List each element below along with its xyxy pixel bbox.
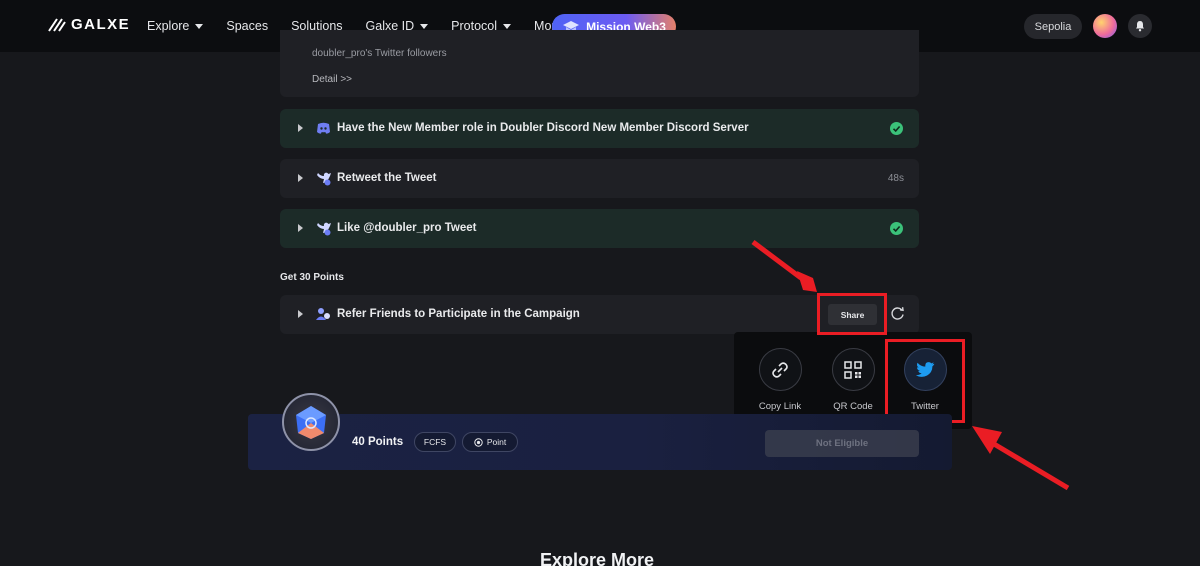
detail-link[interactable]: Detail >> xyxy=(312,74,352,85)
task-discord-role[interactable]: Have the New Member role in Doubler Disc… xyxy=(280,109,919,148)
referral-icon xyxy=(316,308,330,320)
qr-code-button[interactable] xyxy=(831,348,875,391)
expand-arrow-icon[interactable] xyxy=(298,174,303,182)
expand-arrow-icon[interactable] xyxy=(298,224,303,232)
qr-code-icon xyxy=(844,360,862,379)
reward-badge xyxy=(282,393,340,451)
not-eligible-button[interactable]: Not Eligible xyxy=(765,430,919,457)
copy-link-label: Copy Link xyxy=(758,401,802,412)
network-selector[interactable]: Sepolia xyxy=(1024,14,1082,39)
avatar[interactable] xyxy=(1093,14,1117,38)
task-label: Retweet the Tweet xyxy=(337,172,437,184)
discord-icon xyxy=(317,122,330,134)
network-label: Sepolia xyxy=(1034,20,1072,33)
task-detail-card: doubler_pro's Twitter followers Detail >… xyxy=(280,30,919,97)
fcfs-tag-label: FCFS xyxy=(423,437,447,447)
twitter-highlight-box xyxy=(885,339,965,423)
qr-code-label: QR Code xyxy=(833,401,873,412)
section-title: Get 30 Points xyxy=(280,272,344,283)
expand-arrow-icon[interactable] xyxy=(298,124,303,132)
notifications-button[interactable] xyxy=(1128,14,1152,38)
check-icon xyxy=(890,222,903,235)
point-tag: Point xyxy=(462,432,518,452)
galxe-logo[interactable]: GALXE xyxy=(48,16,130,33)
timer-text: 48s xyxy=(887,173,904,184)
task-label: Refer Friends to Participate in the Camp… xyxy=(337,308,580,320)
copy-link-button[interactable] xyxy=(758,348,802,391)
nav-explore[interactable]: Explore xyxy=(147,19,204,33)
task-label: Have the New Member role in Doubler Disc… xyxy=(337,122,749,134)
nav-spaces-label: Spaces xyxy=(226,19,269,33)
chevron-down-icon xyxy=(195,23,204,29)
share-highlight-box xyxy=(817,293,887,335)
chevron-down-icon xyxy=(420,23,429,29)
twitter-bird-icon xyxy=(317,172,331,186)
share-copy-link[interactable]: Copy Link xyxy=(740,348,820,412)
nav-spaces[interactable]: Spaces xyxy=(226,19,268,33)
link-icon xyxy=(772,361,788,378)
brand-name: GALXE xyxy=(71,16,131,33)
explore-more-heading: Explore More xyxy=(540,550,655,566)
reward-points: 40 Points xyxy=(352,436,404,448)
annotation-arrow-icon xyxy=(972,426,1070,491)
chevron-down-icon xyxy=(503,23,512,29)
point-tag-label: Point xyxy=(486,437,507,447)
followers-text: doubler_pro's Twitter followers xyxy=(312,48,447,59)
expand-arrow-icon[interactable] xyxy=(298,310,303,318)
point-icon xyxy=(474,437,483,447)
task-label: Like @doubler_pro Tweet xyxy=(337,222,477,234)
refresh-icon[interactable] xyxy=(890,306,905,321)
fcfs-tag: FCFS xyxy=(414,432,456,452)
task-retweet[interactable]: Retweet the Tweet 48s xyxy=(280,159,919,198)
badge-gem-icon xyxy=(296,406,326,439)
nav-explore-label: Explore xyxy=(147,19,190,33)
galxe-logo-icon xyxy=(48,17,66,32)
check-icon xyxy=(890,122,903,135)
share-qr-code[interactable]: QR Code xyxy=(813,348,893,412)
annotation-arrow-icon xyxy=(751,240,817,292)
bell-icon xyxy=(1136,21,1144,32)
twitter-bird-icon xyxy=(317,222,331,236)
